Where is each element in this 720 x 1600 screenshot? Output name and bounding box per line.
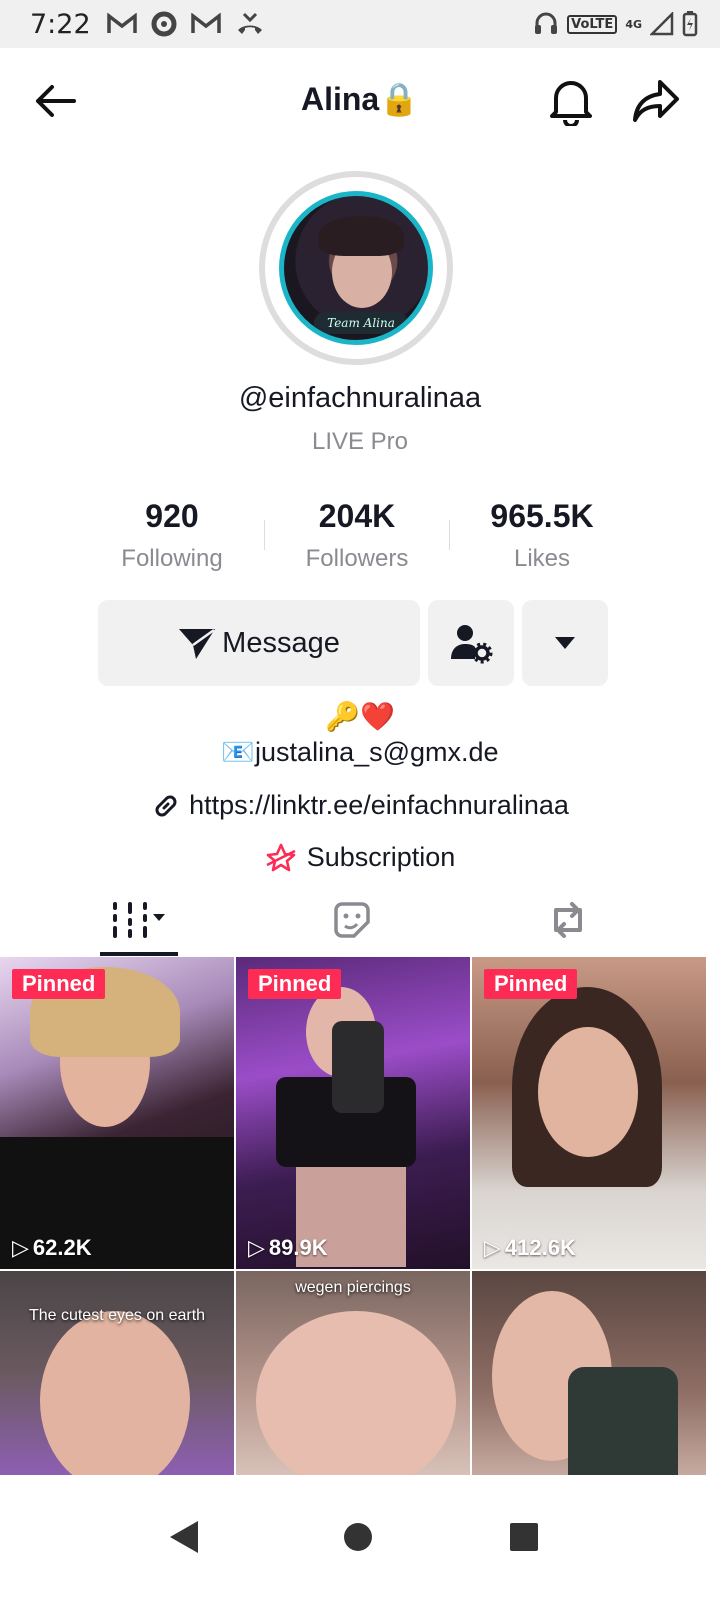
stat-value: 965.5K [490, 498, 594, 534]
message-label: Message [222, 626, 340, 659]
video-caption: wegen piercings [295, 1279, 411, 1296]
live-pro-label: LIVE Pro [311, 428, 409, 455]
stat-following[interactable]: 920 Following [80, 498, 264, 582]
bell-icon[interactable] [548, 76, 594, 126]
nav-home-icon[interactable] [338, 1517, 378, 1557]
video-thumbnail[interactable]: Pinned ▷ 89.9K [236, 957, 470, 1269]
stat-label: Followers [305, 545, 409, 572]
sticker-icon [334, 902, 370, 938]
pinned-badge: Pinned [484, 969, 578, 999]
system-nav-bar [0, 1475, 720, 1600]
stat-likes[interactable]: 965.5K Likes [450, 498, 634, 582]
bio-link-text: https://linktr.ee/einfachnuralinaa [189, 790, 569, 820]
avatar-badge: Team Alina [314, 312, 408, 334]
battery-icon [682, 11, 698, 37]
view-count: ▷ 62.2K [12, 1235, 92, 1261]
view-count-text: 89.9K [268, 1235, 328, 1260]
nav-recents-icon[interactable] [504, 1517, 544, 1557]
caret-down-icon [555, 637, 575, 649]
notification-icons [106, 11, 265, 37]
view-count: ▷ 412.6K [484, 1235, 576, 1261]
sync-icon [151, 11, 177, 37]
stat-label: Following [121, 545, 223, 572]
stat-followers[interactable]: 204K Followers [265, 498, 449, 582]
subscription-button[interactable]: Subscription [0, 842, 720, 873]
video-thumbnail[interactable] [472, 1271, 706, 1475]
play-icon: ▷ [484, 1235, 501, 1260]
message-button[interactable]: Message [98, 600, 420, 686]
volte-badge: VoLTE [567, 14, 618, 34]
user-settings-icon [451, 625, 493, 664]
play-icon: ▷ [12, 1235, 29, 1260]
play-icon: ▷ [248, 1235, 265, 1260]
video-thumbnail[interactable]: wegen piercings [236, 1271, 470, 1475]
tab-reposts[interactable] [538, 890, 598, 950]
active-tab-indicator [100, 952, 178, 956]
avatar-ring[interactable]: Team Alina [259, 171, 453, 365]
follow-settings-button[interactable] [428, 600, 514, 686]
repost-icon [554, 902, 582, 938]
tab-videos[interactable] [100, 890, 178, 950]
subscription-star-icon [266, 843, 296, 871]
videos-grid-icon [113, 902, 165, 938]
view-count: ▷ 89.9K [248, 1235, 328, 1261]
headset-icon [535, 12, 558, 34]
stat-value: 204K [318, 498, 396, 534]
subscription-label: Subscription [306, 842, 456, 872]
status-bar: 7:22 VoLTE 4G [0, 0, 720, 48]
video-thumbnail[interactable]: Pinned ▷ 62.2K [0, 957, 234, 1269]
missed-call-icon [237, 12, 262, 34]
avatar[interactable]: Team Alina [279, 191, 433, 345]
profile-stats: 920 Following 204K Followers 965.5K Like… [80, 498, 640, 582]
profile-tabs [0, 880, 720, 956]
gmail-icon [190, 13, 221, 33]
pinned-badge: Pinned [248, 969, 342, 999]
page-title: Alina⁣🔒 [300, 81, 420, 117]
username: @einfachnuralinaa [238, 382, 482, 414]
tab-liked-videos[interactable] [322, 890, 382, 950]
more-options-button[interactable] [522, 600, 608, 686]
status-time: 7:22 [30, 8, 91, 40]
link-icon [155, 795, 177, 816]
share-icon[interactable] [632, 78, 680, 124]
top-bar: Alina⁣🔒 [0, 48, 720, 158]
video-caption: The cutest eyes on earth [28, 1307, 206, 1324]
nav-back-icon[interactable] [166, 1517, 206, 1557]
video-thumbnail[interactable]: The cutest eyes on earth [0, 1271, 234, 1475]
view-count-text: 62.2K [32, 1235, 92, 1260]
stat-value: 920 [145, 498, 199, 534]
stat-label: Likes [513, 545, 571, 572]
gmail-icon [106, 13, 137, 33]
system-icons: VoLTE 4G [533, 11, 698, 37]
bio-emoji-line: 🔑❤️ [325, 700, 395, 733]
bio-email: 📧justalina_s@gmx.de [221, 737, 499, 767]
video-thumbnail[interactable]: Pinned ▷ 412.6K [472, 957, 706, 1269]
signal-icon [650, 12, 674, 36]
network-type: 4G [625, 17, 642, 31]
send-icon [179, 628, 216, 659]
pinned-badge: Pinned [12, 969, 106, 999]
bio-link[interactable]: https://linktr.ee/einfachnuralinaa [0, 790, 720, 821]
view-count-text: 412.6K [504, 1235, 576, 1260]
